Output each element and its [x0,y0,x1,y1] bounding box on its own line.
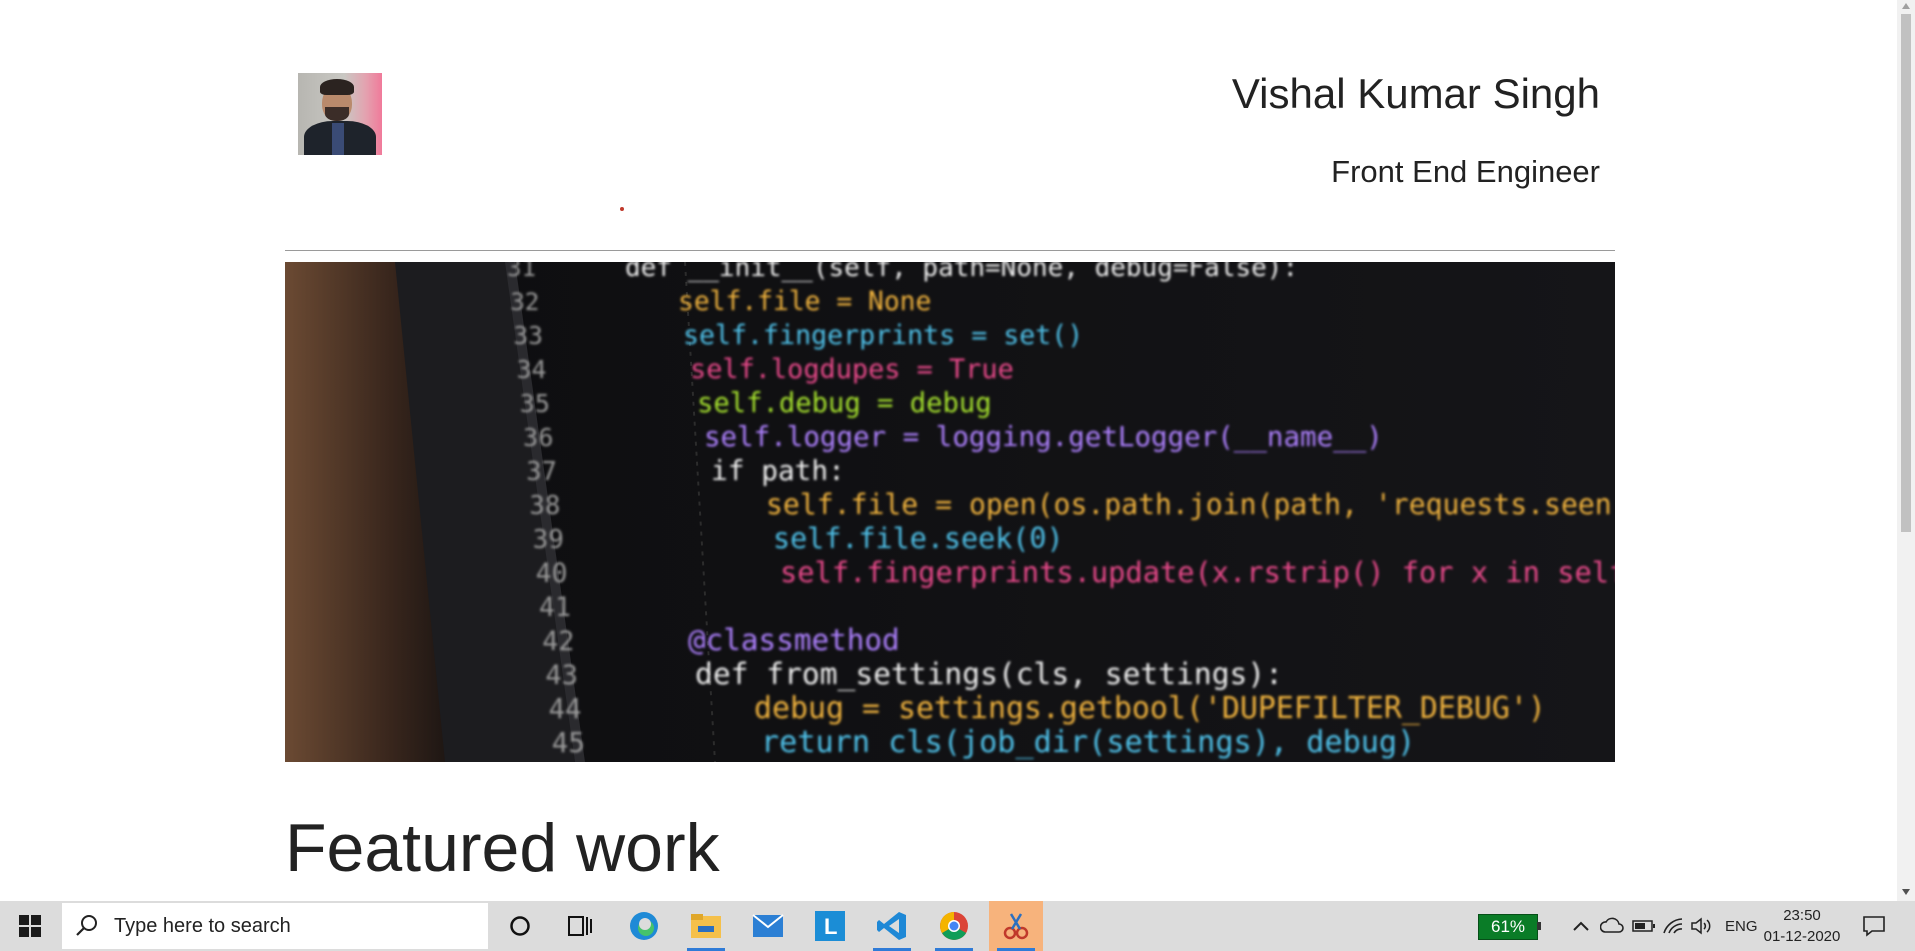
code-line-number: 35 [520,389,550,418]
edge-icon [630,912,658,940]
code-line-text: self.file = None [678,287,931,317]
code-line-text: @classmethod [688,623,900,657]
search-icon [76,915,97,936]
code-line-number: 41 [539,592,571,623]
code-line-text: self.logdupes = True [690,354,1014,385]
code-line-number: 45 [552,727,585,759]
code-line-text: self.logger = logging.getLogger(__name__… [704,421,1383,454]
code-line-number: 42 [542,626,574,657]
mail-icon [752,914,784,937]
battery-icon [1632,920,1655,932]
code-line-number: 33 [513,321,543,350]
battery-tip-icon [1537,922,1541,930]
code-line-number: 39 [533,525,564,555]
battery-percentage-badge[interactable]: 61% [1478,914,1538,940]
taskbar-app-chrome[interactable] [927,901,981,951]
action-center-button[interactable] [1862,901,1902,951]
code-line-text: self.debug = debug [697,388,992,419]
profile-avatar [298,73,382,155]
windows-logo-icon [19,915,41,937]
code-line-number: 43 [545,660,578,691]
code-line-text: def from_settings(cls, settings): [695,657,1283,692]
hero-code-image: 31 def __init__(self, path=None, debug=Fa… [285,262,1615,762]
search-placeholder: Type here to search [114,914,291,937]
taskbar-app-l[interactable]: L [803,901,857,951]
taskbar-app-snipping-tool[interactable] [989,901,1043,951]
code-line-number: 32 [510,287,539,316]
scroll-down-arrow-icon[interactable] [1902,889,1910,895]
l-app-icon: L [815,911,845,941]
code-line-number: 40 [536,559,568,589]
featured-work-heading: Featured work [285,810,720,886]
taskbar-app-edge[interactable] [617,901,671,951]
speaker-icon [1691,917,1711,935]
code-line-text: self.file = open(os.path.join(path, 'req… [766,488,1615,521]
portfolio-page: Vishal Kumar Singh Front End Engineer 31… [0,0,1897,901]
scroll-up-arrow-icon[interactable] [1902,3,1910,9]
windows-taskbar: Type here to search L 61% ENG 23:50 01-1… [0,901,1915,951]
profile-role: Front End Engineer [1331,154,1600,189]
cloud-sync-icon [1600,917,1624,933]
onedrive-tray-button[interactable] [1600,901,1624,951]
clock-date: 01-12-2020 [1763,928,1841,945]
wifi-tray-button[interactable] [1662,901,1684,951]
file-explorer-icon [691,914,721,938]
snipping-tool-icon [1003,913,1029,940]
vertical-scrollbar[interactable] [1897,0,1915,901]
taskbar-app-file-explorer[interactable] [679,901,733,951]
code-line-number: 38 [529,491,560,521]
scrollbar-thumb[interactable] [1901,14,1911,532]
taskbar-app-vscode[interactable] [865,901,919,951]
chevron-up-icon [1573,921,1589,931]
code-line-text: debug = settings.getbool('DUPEFILTER_DEB… [754,691,1546,726]
code-line-text: self.fingerprints = set() [683,320,1083,351]
vscode-icon [877,912,906,940]
header-divider [285,250,1615,251]
code-line-number: 44 [549,694,582,725]
code-line-number: 31 [507,262,536,282]
task-view-button[interactable] [560,901,600,951]
code-line-text: self.fingerprints.update(x.rstrip() for … [780,555,1615,589]
volume-tray-button[interactable] [1690,901,1714,951]
taskbar-search-box[interactable]: Type here to search [62,903,488,949]
code-line-number: 34 [517,355,547,384]
clock-time: 23:50 [1783,907,1821,924]
wifi-icon [1663,918,1683,934]
code-line-text: if path: [711,454,845,487]
cortana-circle-icon [510,916,530,936]
svg-text:L: L [824,914,837,939]
code-line-text: return cls(job_dir(settings), debug) [761,725,1415,760]
decorative-dot [620,207,624,211]
taskbar-app-mail[interactable] [741,901,795,951]
chrome-icon [940,912,968,940]
show-hidden-icons-button[interactable] [1572,901,1590,951]
code-line-text: self.file.seek(0) [773,522,1064,555]
taskbar-clock[interactable]: 23:50 01-12-2020 [1762,905,1842,947]
code-line-number: 37 [526,457,557,487]
code-line-text: def __init__(self, path=None, debug=Fals… [625,262,1298,283]
start-button[interactable] [0,901,60,951]
task-view-icon [568,916,592,936]
notification-icon [1863,916,1885,937]
cortana-button[interactable] [500,901,540,951]
input-language-indicator[interactable]: ENG [1725,901,1758,951]
code-line-number: 36 [523,423,553,452]
profile-name: Vishal Kumar Singh [1231,70,1600,117]
battery-tray-button[interactable] [1632,901,1656,951]
